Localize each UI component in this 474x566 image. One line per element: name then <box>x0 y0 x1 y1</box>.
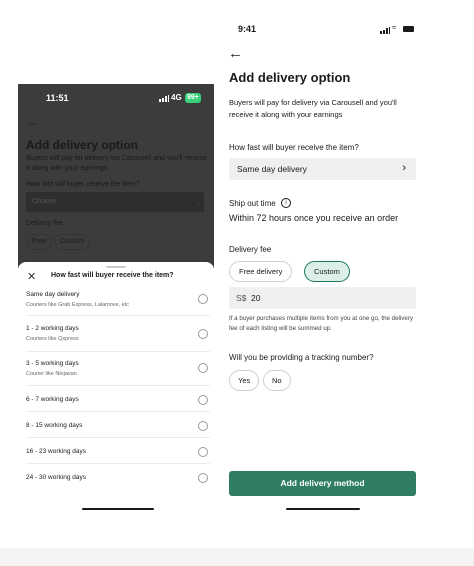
free-chip[interactable]: Free <box>26 234 53 250</box>
radio-button[interactable] <box>198 395 208 405</box>
speed-select[interactable]: Choose ⌄ <box>26 192 204 212</box>
page: 11:51 4G 99+ ← Add delivery option Buyer… <box>0 0 474 566</box>
list-item-6-7-days[interactable]: 6 - 7 working days <box>26 386 210 412</box>
list-item-1-2-days[interactable]: 1 - 2 working days Couriers like Qxpress <box>26 316 210 352</box>
add-delivery-method-button[interactable]: Add delivery method <box>229 471 416 496</box>
delivery-fee-label: Delivery fee <box>229 245 272 254</box>
signal-icon <box>380 27 390 34</box>
radio-button[interactable] <box>198 329 208 339</box>
option-title: Same day delivery <box>26 291 80 298</box>
ship-out-label: Ship out time <box>229 199 276 208</box>
sheet-handle[interactable] <box>106 266 126 268</box>
option-subtitle: Couriers like Qxpress <box>26 336 79 342</box>
option-title: 24 - 30 working days <box>26 474 86 481</box>
radio-button[interactable] <box>198 363 208 373</box>
delivery-fee-input[interactable]: S$ 20 <box>229 287 416 309</box>
left-phone-screen: 11:51 4G 99+ ← Add delivery option Buyer… <box>18 84 214 518</box>
right-phone-screen: 9:41 ≈ ← Add delivery option Buyers will… <box>222 16 424 516</box>
option-subtitle: Courier like Ninjavan <box>26 371 77 377</box>
radio-button[interactable] <box>198 447 208 457</box>
back-arrow-icon[interactable]: ← <box>26 114 39 129</box>
speed-select[interactable]: Same day delivery › <box>229 158 416 180</box>
option-title: 3 - 5 working days <box>26 360 79 367</box>
option-title: 1 - 2 working days <box>26 325 79 332</box>
home-indicator <box>286 508 360 510</box>
page-subtitle: Buyers will pay for delivery via Carouse… <box>229 98 397 119</box>
speed-select-value: Choose <box>32 198 57 205</box>
yes-button[interactable]: Yes <box>229 370 260 391</box>
option-subtitle: Couriers like Grab Express, Lalamove, et… <box>26 302 130 308</box>
signal-icon <box>159 95 169 102</box>
radio-button[interactable] <box>198 294 208 304</box>
speed-question-label: How fast will buyer receive the item? <box>229 143 359 152</box>
free-delivery-chip[interactable]: Free delivery <box>229 261 293 282</box>
custom-chip[interactable]: Custom <box>54 234 91 250</box>
list-item-8-15-days[interactable]: 8 - 15 working days <box>26 412 210 438</box>
option-title: 16 - 23 working days <box>26 448 86 455</box>
custom-chip[interactable]: Custom <box>304 261 350 282</box>
back-arrow-icon[interactable]: ← <box>228 45 243 62</box>
list-item-3-5-days[interactable]: 3 - 5 working days Courier like Ninjavan <box>26 352 210 386</box>
chevron-right-icon: › <box>402 162 406 174</box>
battery-badge: 99+ <box>185 93 201 103</box>
bottom-band <box>0 548 474 566</box>
fee-amount: 20 <box>251 293 261 303</box>
wifi-icon: ≈ <box>392 23 397 32</box>
status-bar: 11:51 4G 99+ <box>18 92 214 106</box>
tracking-question-label: Will you be providing a tracking number? <box>229 353 374 362</box>
currency-label: S$ <box>236 293 247 303</box>
list-item-24-30-days[interactable]: 24 - 30 working days <box>26 464 210 490</box>
list-item-same-day[interactable]: Same day delivery Couriers like Grab Exp… <box>26 282 210 316</box>
no-button[interactable]: No <box>263 370 291 391</box>
radio-button[interactable] <box>198 421 208 431</box>
speed-question-label: How fast will buyer receive the item? <box>26 181 140 188</box>
status-time: 11:51 <box>46 93 69 103</box>
status-time: 9:41 <box>238 24 257 34</box>
speed-select-value: Same day delivery <box>237 164 307 174</box>
delivery-fee-label: Delivery fee <box>26 220 63 227</box>
ship-out-value: Within 72 hours once you receive an orde… <box>229 213 399 223</box>
option-title: 6 - 7 working days <box>26 396 79 403</box>
fee-note: If a buyer purchases multiple items from… <box>229 315 413 332</box>
battery-icon <box>403 26 414 32</box>
network-label: 4G <box>171 93 182 102</box>
page-title: Add delivery option <box>26 138 139 152</box>
sheet-title: How fast will buyer receive the item? <box>51 272 174 279</box>
home-indicator <box>82 508 154 510</box>
page-title: Add delivery option <box>229 70 351 85</box>
chevron-down-icon: ⌄ <box>189 197 196 206</box>
list-item-16-23-days[interactable]: 16 - 23 working days <box>26 438 210 464</box>
page-subtitle: Buyers will pay for delivery via Carouse… <box>26 155 208 172</box>
info-icon[interactable]: i <box>281 198 291 208</box>
dimmed-overlay[interactable]: 11:51 4G 99+ ← Add delivery option Buyer… <box>18 84 214 268</box>
bottom-sheet: ✕ How fast will buyer receive the item? … <box>18 262 214 518</box>
radio-button[interactable] <box>198 473 208 483</box>
option-title: 8 - 15 working days <box>26 422 83 429</box>
